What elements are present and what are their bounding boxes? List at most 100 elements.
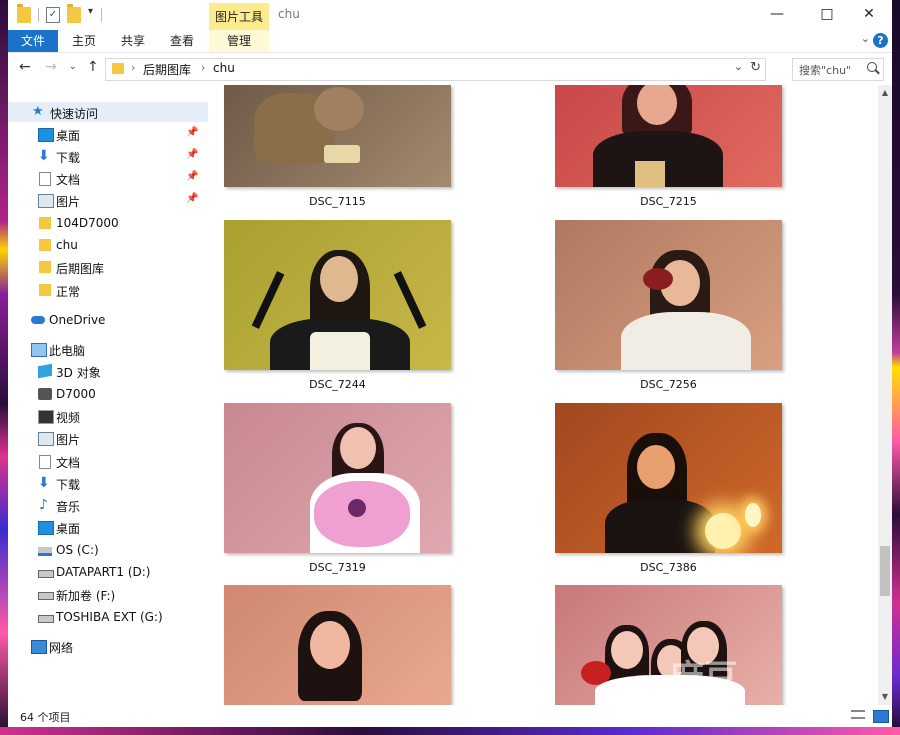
sidebar-item-pictures-pc[interactable]: 图片 [8,428,208,448]
sidebar-item-music[interactable]: ♪ 音乐 [8,495,208,515]
up-arrow-icon[interactable]: ↑ [87,59,99,75]
picture-tools-context-tab: 图片工具 [209,3,269,30]
sidebar-item-pictures[interactable]: 图片 📌 [8,190,208,210]
sidebar-item-videos[interactable]: 视频 [8,406,208,426]
file-explorer-window: ✓ ▾ 图片工具 chu — □ ✕ 文件 主页 共享 查看 管理 ⌄ ? ← … [8,0,892,727]
drive-icon [38,615,54,623]
maximize-button[interactable]: □ [804,0,850,30]
sidebar-item-label: OneDrive [49,313,106,327]
photo-thumbnail[interactable] [555,585,782,705]
scroll-down-icon[interactable]: ▼ [878,692,892,701]
photo-thumbnail[interactable] [224,220,451,370]
breadcrumb-gallery[interactable]: 后期图库 [143,61,191,78]
chevron-down-icon[interactable]: ⌄ [734,60,743,73]
address-bar[interactable]: › 后期图库 › chu ⌄ ↻ [105,58,766,81]
expand-ribbon-icon[interactable]: ⌄ [861,32,870,45]
drive-icon [38,592,54,600]
photo-thumbnail[interactable] [224,585,451,705]
photo-thumbnail[interactable] [224,85,451,187]
close-button[interactable]: ✕ [846,0,892,30]
file-name[interactable]: DSC_7386 [555,561,782,574]
sidebar-item-normal[interactable]: 正常 [8,280,208,300]
document-icon [39,172,51,186]
computer-icon [31,343,47,357]
file-name[interactable]: DSC_7256 [555,378,782,391]
sidebar-item-drive-g[interactable]: TOSHIBA EXT (G:) [8,607,208,627]
sidebar-item-network[interactable]: 网络 [8,636,208,656]
scroll-up-icon[interactable]: ▲ [878,88,892,97]
properties-icon[interactable]: ✓ [46,7,60,23]
sidebar-item-downloads-pc[interactable]: ⬇ 下载 [8,473,208,493]
pin-icon[interactable]: 📌 [186,193,198,204]
sidebar-item-label: 桌面 [56,522,81,536]
file-name[interactable]: DSC_7244 [224,378,451,391]
sidebar-item-label: 正常 [56,285,81,299]
sidebar-item-label: 音乐 [56,500,81,514]
sidebar-item-drive-f[interactable]: 新加卷 (F:) [8,584,208,604]
tab-manage[interactable]: 管理 [209,30,269,52]
forward-arrow-icon[interactable]: → [45,59,57,75]
cloud-icon [31,316,45,324]
sidebar-item-onedrive[interactable]: OneDrive [8,310,208,330]
scrollbar-thumb[interactable] [880,546,890,596]
sidebar-item-label: 3D 对象 [56,366,101,380]
photo-thumbnail[interactable] [555,220,782,370]
sidebar-item-d7000[interactable]: D7000 [8,384,208,404]
tab-home[interactable]: 主页 [64,30,104,52]
tab-view[interactable]: 查看 [162,30,202,52]
sidebar-item-gallery[interactable]: 后期图库 [8,257,208,277]
file-name[interactable]: DSC_7319 [224,561,451,574]
recent-locations-icon[interactable]: ⌄ [69,62,77,72]
refresh-icon[interactable]: ↻ [750,60,761,75]
pin-icon[interactable]: 📌 [186,171,198,182]
back-arrow-icon[interactable]: ← [19,59,31,75]
sidebar-item-label: 图片 [56,195,81,209]
help-icon[interactable]: ? [873,33,888,48]
search-icon[interactable] [867,62,877,72]
download-icon: ⬇ [38,148,50,164]
large-icons-view-icon[interactable] [873,710,889,723]
sidebar-item-chu[interactable]: chu [8,235,208,255]
sidebar-item-documents-pc[interactable]: 文档 [8,451,208,471]
folder-icon [39,239,51,251]
sidebar-item-desktop[interactable]: 桌面 📌 [8,124,208,144]
sidebar-item-this-pc[interactable]: 此电脑 [8,339,208,359]
sidebar-item-desktop-pc[interactable]: 桌面 [8,517,208,537]
sidebar-item-drive-d[interactable]: DATAPART1 (D:) [8,562,208,582]
sidebar-item-label: 下载 [56,478,81,492]
sidebar-item-drive-c[interactable]: OS (C:) [8,540,208,560]
sidebar-item-documents[interactable]: 文档 📌 [8,168,208,188]
vertical-scrollbar[interactable]: ▲ ▼ [878,85,892,705]
photo-thumbnail[interactable] [555,403,782,553]
sidebar-item-label: 新加卷 (F:) [56,589,116,603]
drive-icon [38,570,54,578]
folder-icon[interactable] [17,4,31,23]
sidebar-item-label: 后期图库 [56,262,105,276]
sidebar-item-3d-objects[interactable]: 3D 对象 [8,361,208,381]
file-name[interactable]: DSC_7215 [555,195,782,208]
tab-file[interactable]: 文件 [8,30,58,52]
folder-icon [39,284,51,296]
search-input[interactable]: 搜索"chu" [792,58,884,81]
new-folder-icon[interactable] [67,4,81,23]
sidebar-item-downloads[interactable]: ⬇ 下载 📌 [8,146,208,166]
watermark-logo: 麻豆 [670,658,738,698]
pin-icon[interactable]: 📌 [186,149,198,160]
desktop-wallpaper-left [0,0,8,735]
photo-thumbnail[interactable] [224,403,451,553]
sidebar-item-label: 104D7000 [56,216,119,230]
minimize-button[interactable]: — [754,0,800,30]
sidebar-item-104d7000[interactable]: 104D7000 [8,213,208,233]
star-icon: ★ [32,104,44,119]
pin-icon[interactable]: 📌 [186,127,198,138]
photo-thumbnail[interactable] [555,85,782,187]
file-name[interactable]: DSC_7115 [224,195,451,208]
sidebar-item-quick-access[interactable]: ★ 快速访问 [8,102,208,122]
tab-share[interactable]: 共享 [113,30,153,52]
details-view-icon[interactable] [851,710,865,719]
breadcrumb-chu[interactable]: chu [213,61,235,75]
sidebar-item-label: 视频 [56,411,81,425]
customize-arrow-icon[interactable]: ▾ [88,6,93,17]
item-count: 64 个项目 [20,711,71,724]
music-icon: ♪ [39,497,48,513]
